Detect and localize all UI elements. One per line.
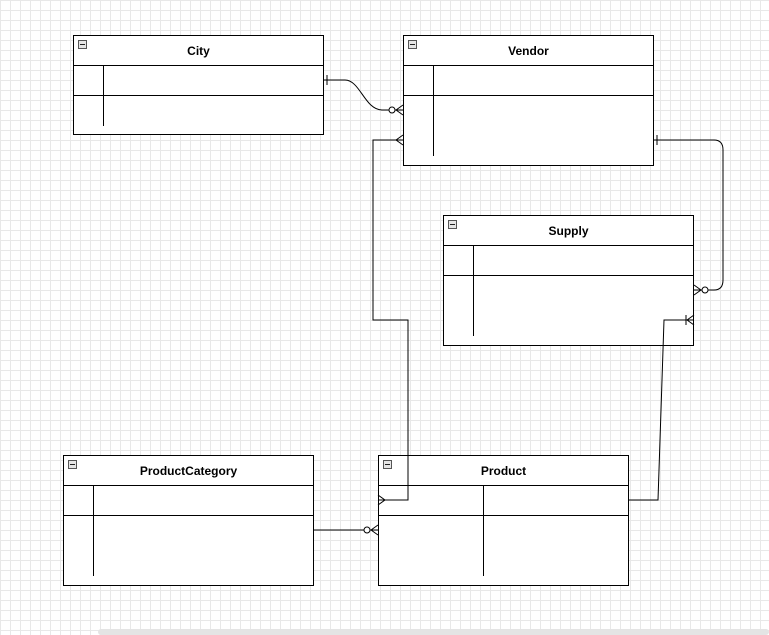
diagram-canvas[interactable]: City Vendor Supply ProductCategory Produ… xyxy=(0,0,769,635)
entity-title: City xyxy=(74,36,323,66)
collapse-icon[interactable] xyxy=(78,40,87,49)
cardinality-zero-or-many-mark xyxy=(693,284,709,296)
collapse-icon[interactable] xyxy=(408,40,417,49)
entity-title: Supply xyxy=(444,216,693,246)
key-column-divider xyxy=(103,66,104,126)
entity-supply[interactable]: Supply xyxy=(443,215,694,346)
collapse-icon[interactable] xyxy=(383,460,392,469)
entity-product[interactable]: Product xyxy=(378,455,629,586)
relationship-city-vendor xyxy=(324,79,403,111)
cardinality-zero-or-many-mark xyxy=(388,104,404,116)
entity-title: Product xyxy=(379,456,628,486)
row-divider xyxy=(64,515,313,516)
entity-vendor[interactable]: Vendor xyxy=(403,35,654,166)
key-column-divider xyxy=(433,66,434,156)
entity-title: ProductCategory xyxy=(64,456,313,486)
entity-productcategory[interactable]: ProductCategory xyxy=(63,455,314,586)
key-column-divider xyxy=(473,246,474,336)
collapse-icon[interactable] xyxy=(448,220,457,229)
entity-city[interactable]: City xyxy=(73,35,324,135)
cardinality-zero-or-many-mark xyxy=(363,524,379,536)
key-column-divider xyxy=(93,486,94,576)
key-column-divider xyxy=(483,486,484,576)
horizontal-scrollbar[interactable] xyxy=(98,629,769,635)
row-divider xyxy=(379,515,628,516)
collapse-icon[interactable] xyxy=(68,460,77,469)
relationship-product-supply xyxy=(629,319,694,501)
relationship-vendor-product xyxy=(372,139,409,501)
row-divider xyxy=(74,95,323,96)
cardinality-many-mark xyxy=(395,134,404,146)
row-divider xyxy=(444,275,693,276)
row-divider xyxy=(404,95,653,96)
entity-title: Vendor xyxy=(404,36,653,66)
